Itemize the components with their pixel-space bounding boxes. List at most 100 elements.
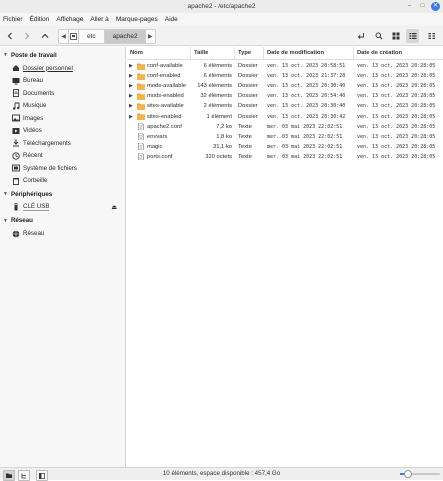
column-header-name[interactable]: Nom: [127, 47, 191, 59]
title-bar: apache2 - /etc/apache2 – □ ✕: [0, 0, 443, 13]
up-button[interactable]: [39, 29, 51, 43]
table-row[interactable]: ▶ conf-available 6 éléments Dossier ven. 13 …: [127, 61, 443, 71]
expander-icon[interactable]: ▶: [129, 112, 133, 122]
menu-file[interactable]: Fichier: [3, 16, 23, 23]
table-row[interactable]: ports.conf 320 octets Texte mer. 03 mai 202…: [127, 152, 443, 162]
table-row[interactable]: apache2.conf 7,2 ko Texte mer. 03 mai 2023 …: [127, 122, 443, 132]
cell-size: 32 éléments: [200, 93, 232, 100]
cell-size: 1 élément: [206, 113, 232, 120]
sidebar-section-computer[interactable]: ▼ Poste de travail: [0, 50, 125, 60]
sidebar-item-videos[interactable]: Vidéos: [0, 125, 125, 138]
menu-bookmarks[interactable]: Marque-pages: [116, 16, 158, 23]
sidebar-section-network[interactable]: ▼ Réseau: [0, 216, 125, 226]
table-row[interactable]: envvars 1,8 ko Texte mer. 03 mai 2023 22:02…: [127, 132, 443, 142]
sidebar-item-home[interactable]: Dossier personnel: [0, 62, 125, 75]
menu-go[interactable]: Aller à: [90, 16, 108, 23]
folder-icon: [137, 73, 145, 80]
list-view-button[interactable]: [406, 29, 419, 43]
table-row[interactable]: ▶ sites-enabled 1 élément Dossier ven. 13 oc…: [127, 112, 443, 122]
table-row[interactable]: ▶ mods-available 143 éléments Dossier ven. 1…: [127, 81, 443, 91]
status-bar: 10 éléments, espace disponible : 457,4 G…: [0, 467, 443, 481]
menu-edit[interactable]: Édition: [30, 16, 50, 23]
expander-icon[interactable]: ▶: [129, 91, 133, 101]
cell-created: ven. 13 oct. 2023 20:28:05: [357, 103, 436, 110]
sidebar-item-music[interactable]: Musique: [0, 100, 125, 113]
column-header-modified[interactable]: Date de modification: [264, 47, 354, 59]
sidebar-item-network[interactable]: Réseau: [0, 228, 125, 241]
cell-name: envvars: [147, 133, 168, 140]
cell-modified: ven. 13 oct. 2023 20:58:51: [267, 63, 346, 69]
back-button[interactable]: [4, 29, 16, 43]
column-header-type[interactable]: Type: [235, 47, 264, 59]
cell-size: 31,1 ko: [212, 143, 232, 150]
expander-icon[interactable]: ▶: [129, 71, 133, 81]
column-header-created[interactable]: Date de création: [354, 47, 443, 59]
cell-name: sites-enabled: [147, 113, 182, 120]
forward-button[interactable]: [21, 29, 33, 43]
cell-modified: ven. 13 oct. 2023 21:37:28: [267, 73, 346, 80]
expander-icon[interactable]: ▶: [129, 61, 133, 71]
table-row[interactable]: ▶ conf-enabled 6 éléments Dossier ven. 13 oc…: [127, 71, 443, 81]
sidebar-item-pictures[interactable]: Images: [0, 112, 125, 125]
cell-created: ven. 13 oct. 2023 20:28:05: [357, 143, 436, 150]
maximize-icon[interactable]: □: [418, 2, 427, 11]
cell-size: 320 octets: [205, 153, 232, 160]
home-icon: [12, 64, 20, 72]
sidebar: ▼ Poste de travail Dossier personnel Bur…: [0, 47, 126, 467]
table-row[interactable]: magic 31,1 ko Texte mer. 03 mai 2023 22:02:…: [127, 142, 443, 152]
sidebar-item-label: Images: [23, 114, 44, 122]
sidebar-item-filesystem[interactable]: Système de fichiers: [0, 162, 125, 175]
folder-icon: [137, 83, 145, 90]
zoom-slider[interactable]: [400, 470, 440, 478]
text-file-icon: [138, 143, 144, 151]
cell-name: apache2.conf: [147, 123, 182, 130]
table-row[interactable]: ▶ mods-enabled 32 éléments Dossier ven. 13 o…: [127, 91, 443, 101]
breadcrumb-right-arrow[interactable]: ▶: [146, 30, 155, 43]
sidebar-item-documents[interactable]: Documents: [0, 87, 125, 100]
cell-modified: mer. 03 mai 2023 22:02:51: [267, 123, 343, 130]
grid-view-icon: [392, 32, 400, 40]
sidebar-item-label: Téléchargements: [23, 139, 71, 147]
window-title: apache2 - /etc/apache2: [187, 3, 256, 10]
minimize-icon[interactable]: –: [405, 2, 414, 11]
cell-type: Texte: [238, 153, 252, 160]
cell-modified: ven. 13 oct. 2023 20:30:42: [267, 113, 346, 120]
sidebar-item-trash[interactable]: Corbeille: [0, 175, 125, 188]
cell-type: Texte: [238, 143, 252, 150]
icon-view-button[interactable]: [390, 29, 402, 43]
table-row[interactable]: ▶ sites-available 2 éléments Dossier ven. 13…: [127, 101, 443, 111]
cell-type: Dossier: [238, 93, 258, 100]
breadcrumb-toggle-icon[interactable]: [69, 30, 78, 43]
close-icon[interactable]: ✕: [431, 2, 440, 11]
breadcrumb-left-arrow[interactable]: ◀: [59, 30, 68, 43]
expander-icon[interactable]: ▶: [129, 101, 133, 111]
pictures-icon: [12, 114, 20, 122]
sidebar-item-recent[interactable]: Récent: [0, 150, 125, 163]
breadcrumb-item-apache2[interactable]: apache2: [104, 30, 146, 43]
menu-view[interactable]: Affichage: [56, 16, 83, 23]
cell-modified: ven. 13 oct. 2023 20:30:40: [267, 83, 346, 90]
sidebar-item-usb[interactable]: CLÉ USB ⏏: [0, 201, 125, 214]
text-file-icon: [138, 123, 144, 131]
menu-help[interactable]: Aide: [165, 16, 178, 23]
zoom-slider-handle[interactable]: [404, 470, 412, 478]
cell-name: conf-enabled: [147, 73, 181, 80]
drive-icon: [12, 164, 20, 172]
compact-view-button[interactable]: [426, 29, 438, 43]
sidebar-item-desktop[interactable]: Bureau: [0, 75, 125, 88]
open-terminal-button[interactable]: [355, 29, 367, 43]
search-button[interactable]: [373, 29, 385, 43]
breadcrumb-item-etc[interactable]: etc: [79, 30, 104, 43]
sidebar-item-label: Musique: [23, 102, 47, 110]
sidebar-item-label: CLÉ USB: [23, 203, 50, 212]
eject-icon[interactable]: ⏏: [111, 204, 117, 211]
sidebar-item-downloads[interactable]: Téléchargements: [0, 137, 125, 150]
toolbar: ◀ etc apache2 ▶: [0, 26, 443, 46]
cell-type: Dossier: [238, 73, 258, 80]
column-header-size[interactable]: Taille: [191, 47, 235, 59]
sidebar-section-devices[interactable]: ▼ Périphériques: [0, 189, 125, 199]
sidebar-section-label: Périphériques: [10, 190, 53, 198]
cell-size: 1,8 ko: [216, 133, 232, 140]
expander-icon[interactable]: ▶: [129, 81, 133, 91]
network-icon: [12, 230, 20, 238]
